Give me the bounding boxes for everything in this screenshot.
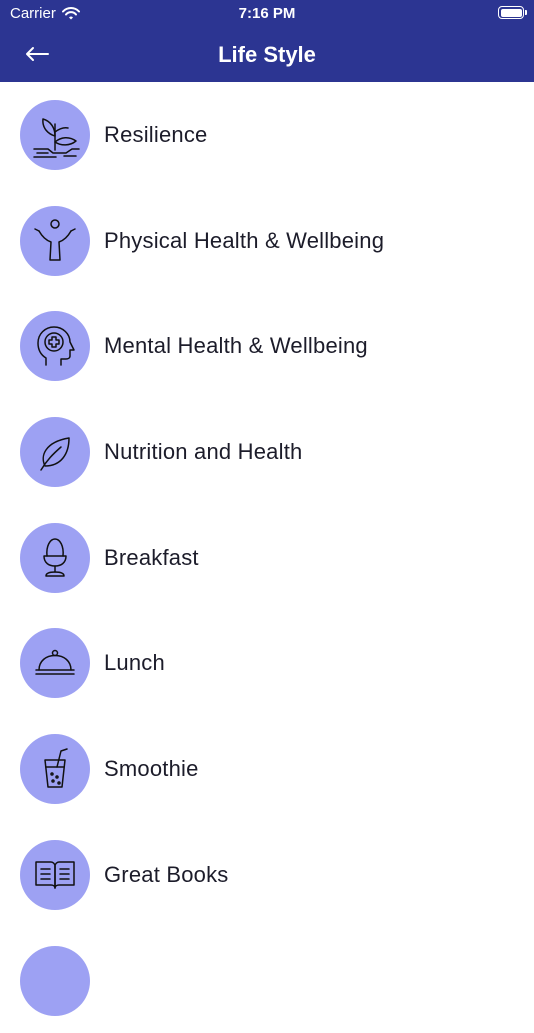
list-item-nutrition[interactable]: Nutrition and Health [0, 399, 534, 505]
list-item-label: Great Books [104, 822, 228, 928]
egg-cup-icon [20, 523, 90, 593]
status-bar: Carrier 7:16 PM [0, 0, 534, 28]
list-item-label: Mental Health & Wellbeing [104, 293, 368, 399]
list-item-label: Smoothie [104, 716, 199, 822]
food-cloche-icon [20, 628, 90, 698]
list-item-smoothie[interactable]: Smoothie [0, 716, 534, 822]
app-header: Carrier 7:16 PM Life Style [0, 0, 534, 82]
list-item-physical-health[interactable]: Physical Health & Wellbeing [0, 188, 534, 294]
list-item-resilience[interactable]: Resilience [0, 82, 534, 188]
battery-icon [498, 6, 524, 19]
plant-sprout-icon [20, 100, 90, 170]
lifestyle-list: Resilience Physical Health & Wellbeing M… [0, 82, 534, 1033]
list-item-label: Resilience [104, 82, 208, 188]
page-title: Life Style [0, 42, 534, 68]
status-time: 7:16 PM [0, 5, 534, 22]
list-item-mental-health[interactable]: Mental Health & Wellbeing [0, 293, 534, 399]
list-item-label: Breakfast [104, 505, 199, 611]
list-item-label: Physical Health & Wellbeing [104, 188, 384, 294]
list-item-breakfast[interactable]: Breakfast [0, 505, 534, 611]
list-item-label: Nutrition and Health [104, 399, 302, 505]
open-book-icon [20, 840, 90, 910]
head-medical-cross-icon [20, 311, 90, 381]
list-item-icon-circle [20, 946, 90, 1016]
list-item-partial[interactable] [0, 928, 534, 1033]
list-item-label: Lunch [104, 610, 165, 716]
list-item-lunch[interactable]: Lunch [0, 610, 534, 716]
person-arms-raised-icon [20, 206, 90, 276]
leaf-icon [20, 417, 90, 487]
list-item-great-books[interactable]: Great Books [0, 822, 534, 928]
drink-glass-straw-icon [20, 734, 90, 804]
